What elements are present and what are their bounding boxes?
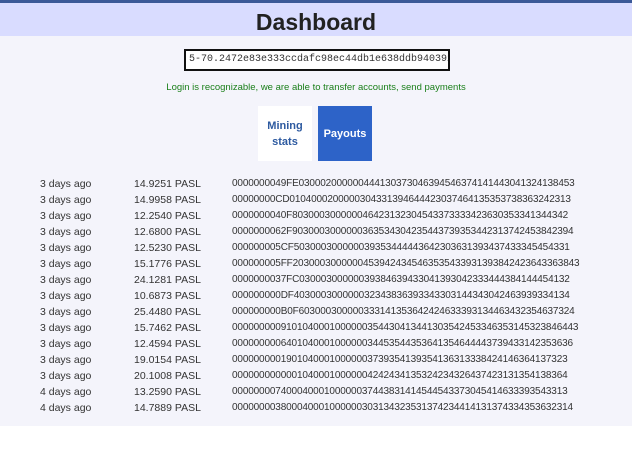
payout-amount: 12.4594 PASL bbox=[134, 338, 201, 350]
payout-hash: 0000000006401040001000000344535443536413… bbox=[232, 338, 573, 349]
payouts-list: 3 days ago 14.9251 PASL 0000000049FE030002… bbox=[0, 177, 632, 417]
payout-amount: 12.2540 PASL bbox=[134, 210, 201, 222]
payout-hash: 0000000074000400010000003744383141454454… bbox=[232, 386, 568, 397]
payout-amount: 20.1008 PASL bbox=[134, 370, 201, 382]
payout-hash: 0000000038000400010000003031343235313742… bbox=[232, 402, 573, 413]
payout-row: 3 days ago 24.1281 PASL 0000000037FC030003… bbox=[0, 273, 632, 289]
payout-hash: 0000000040F80300030000004642313230454337… bbox=[232, 210, 569, 221]
payout-age: 3 days ago bbox=[40, 226, 92, 238]
payout-row: 3 days ago 20.1008 PASL 000000000000104000… bbox=[0, 369, 632, 385]
payout-amount: 25.4480 PASL bbox=[134, 306, 201, 318]
payout-row: 4 days ago 14.7889 PASL 000000003800040001… bbox=[0, 401, 632, 417]
payout-hash: 000000005CF50300030000003935344444364230… bbox=[232, 242, 570, 253]
payout-age: 3 days ago bbox=[40, 242, 92, 254]
payout-amount: 14.7889 PASL bbox=[134, 402, 201, 414]
payout-age: 4 days ago bbox=[40, 386, 92, 398]
payout-hash: 000000000DF40300030000003234383639334330… bbox=[232, 290, 570, 301]
payout-hash: 000000005FF20300030000004539424345463535… bbox=[232, 258, 580, 269]
header-bar: Dashboard bbox=[0, 3, 632, 36]
payout-row: 3 days ago 12.6800 PASL 0000000062F9030003… bbox=[0, 225, 632, 241]
payout-amount: 10.6873 PASL bbox=[134, 290, 201, 302]
payout-age: 3 days ago bbox=[40, 274, 92, 286]
payout-age: 3 days ago bbox=[40, 258, 92, 270]
payout-row: 3 days ago 14.9958 PASL 00000000CD01040002… bbox=[0, 193, 632, 209]
mining-stats-button[interactable]: Mining stats bbox=[258, 106, 312, 161]
payout-row: 3 days ago 14.9251 PASL 0000000049FE030002… bbox=[0, 177, 632, 193]
page-title: Dashboard bbox=[255, 9, 377, 35]
payout-age: 3 days ago bbox=[40, 210, 92, 222]
payout-age: 3 days ago bbox=[40, 338, 92, 350]
payout-hash: 0000000037FC0300030000003938463943304139… bbox=[232, 274, 570, 285]
payout-amount: 19.0154 PASL bbox=[134, 354, 201, 366]
payout-row: 4 days ago 13.2590 PASL 000000007400040001… bbox=[0, 385, 632, 401]
payout-age: 4 days ago bbox=[40, 402, 92, 414]
payout-row: 3 days ago 15.7462 PASL 000000000910104000… bbox=[0, 321, 632, 337]
payout-amount: 12.5230 PASL bbox=[134, 242, 201, 254]
payouts-button[interactable]: Payouts bbox=[318, 106, 372, 161]
payout-hash: 00000000CD010400020000030433139464442303… bbox=[232, 194, 571, 205]
payout-row: 3 days ago 15.1776 PASL 000000005FF2030003… bbox=[0, 257, 632, 273]
payout-age: 3 days ago bbox=[40, 290, 92, 302]
payout-amount: 12.6800 PASL bbox=[134, 226, 201, 238]
payout-row: 3 days ago 12.5230 PASL 000000005CF5030003… bbox=[0, 241, 632, 257]
account-key-field[interactable]: 5-70.2472e83e333ccdafc98ec44db1e638ddb94… bbox=[184, 49, 450, 71]
payout-hash: 0000000062F90300030000003635343042354437… bbox=[232, 226, 574, 237]
payout-age: 3 days ago bbox=[40, 178, 92, 190]
payout-amount: 15.1776 PASL bbox=[134, 258, 201, 270]
payout-amount: 14.9958 PASL bbox=[134, 194, 201, 206]
payout-amount: 15.7462 PASL bbox=[134, 322, 201, 334]
mining-stats-label: Mining stats bbox=[267, 119, 303, 148]
payout-age: 3 days ago bbox=[40, 306, 92, 318]
payout-hash: 0000000049FE0300020000004441303730463945… bbox=[232, 178, 575, 189]
payout-row: 3 days ago 10.6873 PASL 000000000DF4030003… bbox=[0, 289, 632, 305]
payout-hash: 0000000009101040001000000354430413441303… bbox=[232, 322, 579, 333]
payout-hash: 0000000000001040001000000424243413532423… bbox=[232, 370, 568, 381]
payout-row: 3 days ago 12.2540 PASL 0000000040F8030003… bbox=[0, 209, 632, 225]
payouts-label: Payouts bbox=[323, 127, 367, 140]
payout-age: 3 days ago bbox=[40, 354, 92, 366]
payout-amount: 24.1281 PASL bbox=[134, 274, 201, 286]
payout-amount: 13.2590 PASL bbox=[134, 386, 201, 398]
payout-age: 3 days ago bbox=[40, 370, 92, 382]
payout-hash: 000000000B0F6030003000003331413536424246… bbox=[232, 306, 575, 317]
payout-row: 3 days ago 25.4480 PASL 000000000B0F603000… bbox=[0, 305, 632, 321]
payout-row: 3 days ago 19.0154 PASL 000000000190104000… bbox=[0, 353, 632, 369]
payout-age: 3 days ago bbox=[40, 322, 92, 334]
status-message: Login is recognizable, we are able to tr… bbox=[166, 82, 466, 93]
payout-row: 3 days ago 12.4594 PASL 000000000640104000… bbox=[0, 337, 632, 353]
payout-age: 3 days ago bbox=[40, 194, 92, 206]
payout-hash: 0000000001901040001000000373935413935413… bbox=[232, 354, 568, 365]
payout-amount: 14.9251 PASL bbox=[134, 178, 201, 190]
